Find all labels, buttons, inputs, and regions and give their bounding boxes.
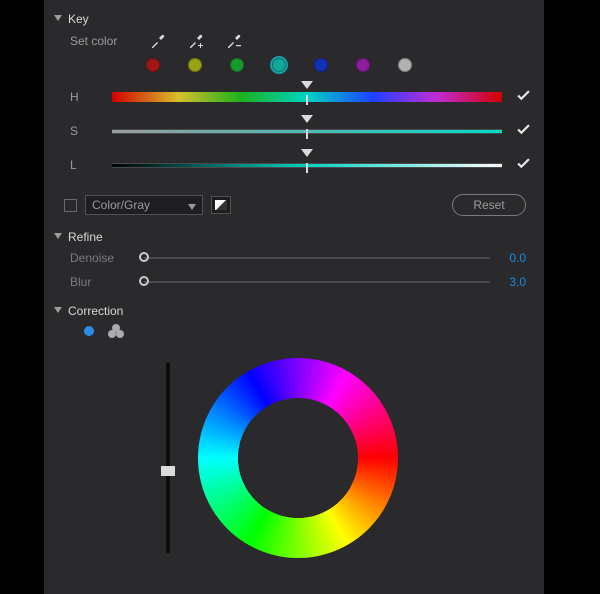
denoise-value[interactable]: 0.0 xyxy=(498,251,526,265)
swatch-magenta[interactable] xyxy=(356,58,370,72)
correction-triple-icon[interactable] xyxy=(108,324,124,338)
blur-thumb[interactable] xyxy=(139,276,149,286)
saturation-slider[interactable] xyxy=(112,121,502,141)
eyedropper-add-icon[interactable] xyxy=(186,31,206,51)
blur-slider[interactable] xyxy=(144,281,490,283)
saturation-thumb[interactable] xyxy=(301,115,313,123)
denoise-slider[interactable] xyxy=(144,257,490,259)
disclosure-caret-refine[interactable] xyxy=(54,233,64,241)
blur-label: Blur xyxy=(70,275,136,289)
chevron-down-icon xyxy=(188,200,196,214)
section-refine-header[interactable]: Refine xyxy=(54,228,534,246)
saturation-check-icon[interactable] xyxy=(512,123,534,139)
denoise-thumb[interactable] xyxy=(139,252,149,262)
reset-button[interactable]: Reset xyxy=(452,194,526,216)
color-swatch-row xyxy=(146,58,534,72)
preset-dropdown[interactable]: Color/Gray xyxy=(85,195,203,215)
lightness-thumb[interactable] xyxy=(301,149,313,157)
color-gray-checkbox[interactable] xyxy=(64,199,77,212)
swatch-cyan[interactable] xyxy=(272,58,286,72)
set-color-label: Set color xyxy=(70,34,130,48)
swatch-red[interactable] xyxy=(146,58,160,72)
lightness-slider[interactable] xyxy=(112,155,502,175)
denoise-label: Denoise xyxy=(70,251,136,265)
swatch-gray[interactable] xyxy=(398,58,412,72)
color-wheel[interactable] xyxy=(198,358,398,558)
lightness-check-icon[interactable] xyxy=(512,157,534,173)
section-key-title: Key xyxy=(68,12,89,26)
luminance-thumb[interactable] xyxy=(161,466,175,476)
correction-single-icon[interactable] xyxy=(84,326,94,336)
preset-dropdown-label: Color/Gray xyxy=(92,198,150,212)
color-key-panel: Key Set color H xyxy=(44,0,544,594)
eyedropper-tools xyxy=(148,31,244,51)
hue-check-icon[interactable] xyxy=(512,89,534,105)
disclosure-caret-correction[interactable] xyxy=(54,307,64,315)
color-preview-button[interactable] xyxy=(211,196,231,214)
disclosure-caret-key[interactable] xyxy=(54,15,64,23)
eyedropper-icon[interactable] xyxy=(148,31,168,51)
eyedropper-subtract-icon[interactable] xyxy=(224,31,244,51)
swatch-green[interactable] xyxy=(230,58,244,72)
blur-value[interactable]: 3.0 xyxy=(498,275,526,289)
luminance-slider[interactable] xyxy=(166,363,170,553)
section-key-header[interactable]: Key xyxy=(54,10,534,28)
section-refine-title: Refine xyxy=(68,230,103,244)
hue-label: H xyxy=(70,90,102,104)
hue-thumb[interactable] xyxy=(301,81,313,89)
hue-slider[interactable] xyxy=(112,87,502,107)
saturation-label: S xyxy=(70,124,102,138)
reset-button-label: Reset xyxy=(473,198,504,212)
section-correction-header[interactable]: Correction xyxy=(54,302,534,320)
lightness-label: L xyxy=(70,158,102,172)
color-wheel-area xyxy=(54,348,534,578)
swatch-blue[interactable] xyxy=(314,58,328,72)
color-preview-icon xyxy=(215,200,227,210)
section-correction-title: Correction xyxy=(68,304,123,318)
swatch-olive[interactable] xyxy=(188,58,202,72)
